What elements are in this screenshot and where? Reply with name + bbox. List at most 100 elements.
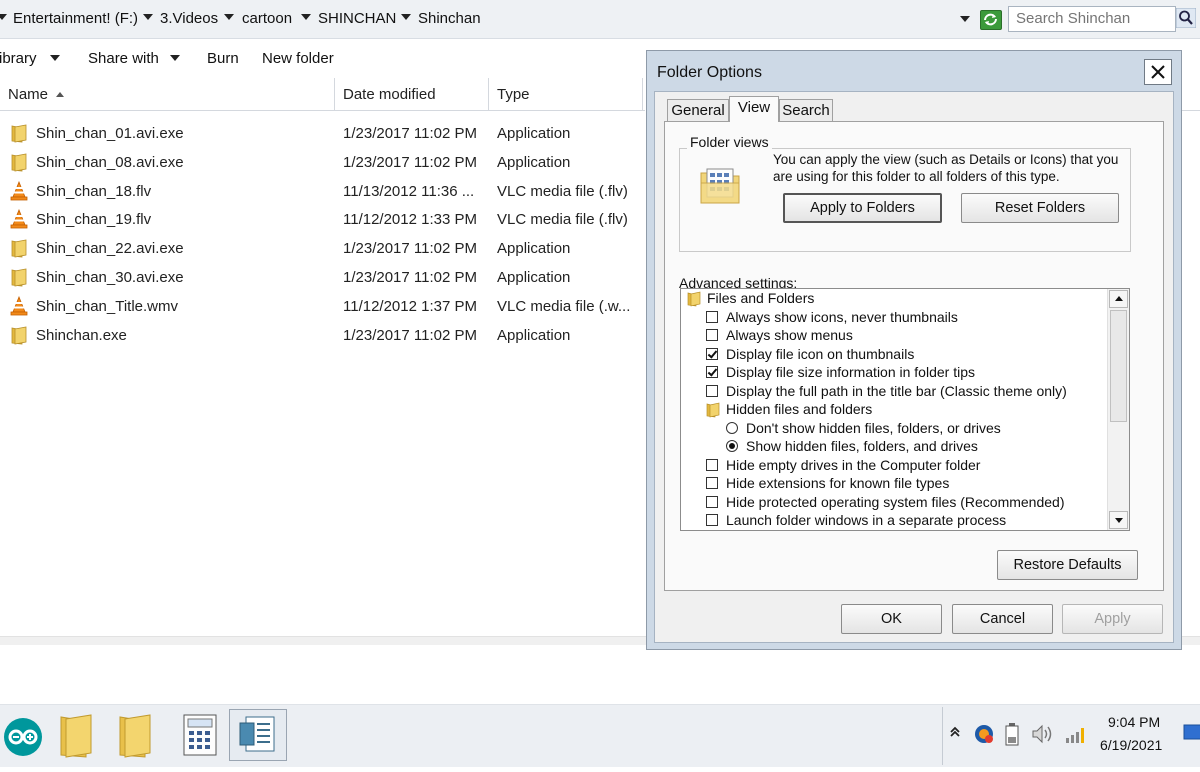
setting-label: Display file size information in folder …: [726, 364, 975, 380]
document-viewer-icon: [239, 716, 275, 752]
checkbox[interactable]: [706, 366, 718, 378]
clock-date[interactable]: 6/19/2021: [1100, 737, 1162, 753]
file-name: Shin_chan_18.flv: [36, 182, 152, 200]
setting-label: Launch folder windows in a separate proc…: [726, 512, 1007, 528]
search-box[interactable]: [1008, 6, 1176, 32]
setting-label: Hide extensions for known file types: [726, 475, 950, 491]
breadcrumb-chevron-icon[interactable]: [224, 14, 234, 20]
restore-defaults-button[interactable]: Restore Defaults: [997, 550, 1138, 580]
security-shield-icon[interactable]: [973, 723, 995, 745]
setting-label: Hidden files and folders: [726, 401, 873, 417]
setting-label: Always show menus: [726, 327, 853, 343]
arduino-icon[interactable]: [3, 717, 43, 757]
file-date-modified: 11/12/2012 1:33 PM: [343, 211, 477, 229]
file-row[interactable]: Shinchan.exe 1/23/2017 11:02 PM Applicatio…: [0, 321, 645, 350]
show-desktop-icon[interactable]: [1183, 724, 1200, 742]
column-header-date-modified[interactable]: Date modified: [335, 78, 489, 110]
file-row[interactable]: Shin_chan_30.avi.exe 1/23/2017 11:02 PM Ap…: [0, 263, 645, 292]
scroll-up-button[interactable]: [1109, 290, 1128, 308]
checkbox[interactable]: [706, 329, 718, 341]
tab-general[interactable]: General: [667, 99, 729, 121]
cancel-button[interactable]: Cancel: [952, 604, 1053, 634]
file-type: Application: [497, 269, 571, 286]
folder-options-dialog: Folder Options General View Search Folde…: [646, 50, 1182, 650]
file-row[interactable]: Shin_chan_01.avi.exe 1/23/2017 11:02 PM Ap…: [0, 119, 645, 148]
file-type: VLC media file (.w...: [497, 297, 631, 315]
burn-button[interactable]: Burn: [207, 50, 239, 67]
close-button[interactable]: [1144, 59, 1172, 85]
vertical-scrollbar[interactable]: [1107, 289, 1129, 530]
search-icon[interactable]: [1176, 8, 1196, 28]
setting-label: Show hidden files, folders, and drives: [746, 438, 978, 454]
breadcrumb-chevron-icon[interactable]: [0, 14, 7, 20]
folder-view-icon: [700, 168, 740, 204]
reset-folders-button[interactable]: Reset Folders: [961, 193, 1119, 223]
setting-label: Always show icons, never thumbnails: [726, 308, 958, 325]
search-input[interactable]: [1009, 7, 1156, 29]
file-row[interactable]: Shin_chan_22.avi.exe 1/23/2017 11:02 PM Ap…: [0, 234, 645, 263]
calculator-icon[interactable]: [182, 713, 218, 757]
taskbar-active-app[interactable]: [229, 709, 287, 761]
file-row[interactable]: Shin_chan_19.flv 11/12/2012 1:33 PM VLC me…: [0, 205, 645, 234]
setting-label: Hide protected operating system files (R…: [726, 493, 1065, 510]
breadcrumb-drive[interactable]: Entertainment! (F:): [13, 10, 138, 27]
breadcrumb-cartoon[interactable]: cartoon: [242, 10, 292, 27]
dialog-title: Folder Options: [657, 64, 762, 81]
file-row[interactable]: Shin_chan_Title.wmv 11/12/2012 1:37 PM VLC…: [0, 292, 645, 321]
folder-icon[interactable]: [58, 713, 94, 759]
apply-to-folders-button[interactable]: Apply to Folders: [783, 193, 942, 223]
show-hidden-icons-icon[interactable]: [949, 725, 961, 739]
column-header-name[interactable]: Name: [0, 78, 335, 110]
checkbox[interactable]: [706, 477, 718, 489]
setting-label: Files and Folders: [707, 290, 815, 306]
breadcrumb-chevron-icon[interactable]: [301, 14, 311, 20]
checkbox[interactable]: [706, 310, 718, 323]
checkbox[interactable]: [706, 347, 718, 360]
checkbox[interactable]: [706, 458, 718, 471]
breadcrumb-videos[interactable]: 3.Videos: [160, 10, 218, 27]
battery-icon[interactable]: [1005, 722, 1019, 746]
setting-label: Display the full path in the title bar (…: [726, 382, 1067, 399]
folder-icon[interactable]: [117, 713, 153, 759]
refresh-button[interactable]: [980, 10, 1002, 30]
scroll-thumb[interactable]: [1110, 310, 1127, 422]
advanced-settings-list: Files and Folders Always show icons, neve…: [680, 288, 1130, 531]
breadcrumb-chevron-icon[interactable]: [143, 14, 153, 20]
folder-icon: [11, 326, 27, 345]
breadcrumb-chevron-icon[interactable]: [401, 14, 411, 20]
file-row[interactable]: Shin_chan_08.avi.exe 1/23/2017 11:02 PM Ap…: [0, 148, 645, 177]
file-type: Application: [497, 153, 571, 171]
clock-time[interactable]: 9:04 PM: [1108, 714, 1160, 730]
address-bar: Entertainment! (F:) 3.Videos cartoon SHI…: [0, 0, 1200, 39]
apply-button[interactable]: Apply: [1062, 604, 1163, 634]
folder-views-legend: Folder views: [687, 134, 772, 150]
new-folder-button[interactable]: New folder: [262, 50, 334, 67]
ok-button[interactable]: OK: [841, 604, 942, 634]
checkbox[interactable]: [706, 384, 718, 397]
tab-view[interactable]: View: [729, 96, 779, 122]
column-header-type[interactable]: Type: [489, 78, 643, 110]
vlc-cone-icon: [10, 209, 28, 229]
scroll-down-button[interactable]: [1109, 511, 1128, 529]
chevron-down-icon[interactable]: [170, 55, 180, 61]
breadcrumb-current[interactable]: Shinchan: [418, 10, 481, 27]
radio-button[interactable]: [726, 421, 738, 434]
network-signal-icon[interactable]: [1065, 724, 1087, 744]
file-type: Application: [497, 240, 571, 258]
vlc-cone-icon: [10, 295, 28, 316]
column-header-label: Type: [497, 86, 530, 103]
file-list-header: Name Date modified Type: [0, 78, 645, 111]
chevron-down-icon[interactable]: [50, 55, 60, 61]
address-dropdown-icon[interactable]: [960, 16, 970, 22]
file-date-modified: 1/23/2017 11:02 PM: [343, 326, 477, 344]
breadcrumb-shinchan-folder[interactable]: SHINCHAN: [318, 10, 396, 27]
file-row[interactable]: Shin_chan_18.flv 11/13/2012 11:36 ... VLC …: [0, 177, 645, 206]
radio-button[interactable]: [726, 440, 738, 452]
tab-search[interactable]: Search: [779, 99, 833, 121]
volume-icon[interactable]: [1031, 722, 1055, 746]
checkbox[interactable]: [706, 514, 718, 526]
checkbox[interactable]: [706, 495, 718, 508]
share-with-button[interactable]: Share with: [88, 50, 159, 67]
column-header-label: Name: [8, 86, 49, 103]
include-in-library-button[interactable]: ibrary: [0, 50, 37, 67]
